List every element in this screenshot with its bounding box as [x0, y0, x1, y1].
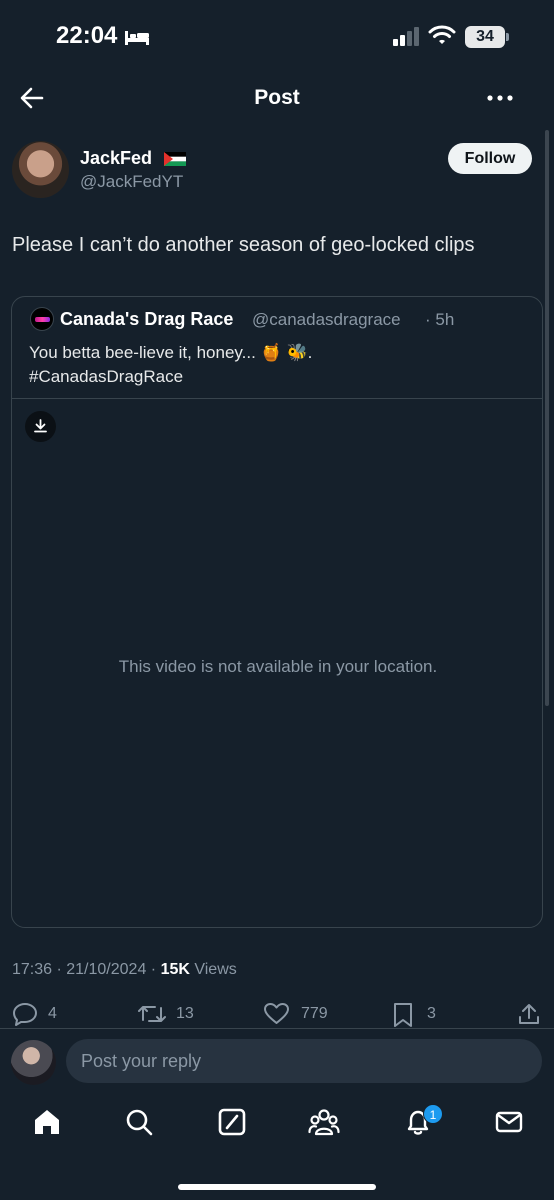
- post-timestamp: 17:36 · 21/10/2024 ·: [12, 961, 161, 978]
- sleep-focus-icon: [125, 31, 149, 45]
- share-icon[interactable]: [517, 1002, 541, 1026]
- communities-icon[interactable]: [308, 1107, 340, 1137]
- like-count: 779: [301, 1005, 328, 1022]
- geo-blocked-message: This video is not available in your loca…: [118, 657, 438, 676]
- reply-count: 4: [48, 1005, 57, 1022]
- scrollbar[interactable]: [545, 130, 549, 706]
- reply-icon[interactable]: [12, 1002, 38, 1026]
- repost-count: 13: [176, 1005, 194, 1022]
- views-count: 15K: [160, 961, 190, 978]
- post-text: Please I can’t do another season of geo-…: [12, 234, 475, 256]
- cellular-signal-icon: [393, 27, 419, 46]
- quoted-post[interactable]: Canada's Drag Race @canadasdragrace · 5h…: [11, 296, 543, 928]
- home-icon[interactable]: [32, 1107, 62, 1137]
- download-icon: [34, 419, 47, 433]
- battery-tip: [506, 33, 509, 41]
- post-meta: 17:36 · 21/10/2024 · 15K Views: [12, 961, 237, 979]
- follow-button[interactable]: Follow: [448, 143, 532, 174]
- user-avatar[interactable]: [11, 1040, 56, 1085]
- flag-icon: [164, 152, 186, 166]
- repost-icon[interactable]: [137, 1002, 167, 1026]
- divider: [0, 1028, 554, 1029]
- views-label: Views: [189, 961, 237, 978]
- quote-avatar[interactable]: [30, 307, 54, 331]
- download-button[interactable]: [25, 411, 56, 442]
- author-name[interactable]: JackFed: [80, 148, 152, 169]
- divider: [12, 398, 542, 399]
- bookmark-icon[interactable]: [393, 1002, 413, 1028]
- home-indicator[interactable]: [178, 1184, 376, 1190]
- search-icon[interactable]: [124, 1107, 154, 1137]
- more-icon[interactable]: [486, 94, 514, 102]
- quote-hashtag[interactable]: #CanadasDragRace: [29, 365, 312, 389]
- quote-text-line-1: You betta bee-lieve it, honey... 🍯 🐝.: [29, 343, 313, 362]
- quote-time: · 5h: [425, 310, 455, 329]
- grok-icon[interactable]: [217, 1107, 247, 1137]
- page-title: Post: [254, 86, 300, 109]
- battery-level: 34: [465, 26, 505, 48]
- author-avatar[interactable]: [12, 141, 69, 198]
- quote-author-name: Canada's Drag Race: [60, 309, 234, 329]
- status-time: 22:04: [56, 22, 118, 49]
- reply-input[interactable]: [66, 1039, 542, 1083]
- bookmark-count: 3: [427, 1005, 436, 1022]
- notifications-badge: 1: [423, 1104, 443, 1124]
- author-handle[interactable]: @JackFedYT: [80, 172, 183, 192]
- wifi-icon: [428, 25, 456, 44]
- messages-icon[interactable]: [495, 1107, 523, 1137]
- quote-author-handle: @canadasdragrace: [252, 310, 401, 329]
- like-icon[interactable]: [263, 1002, 290, 1026]
- quote-text: You betta bee-lieve it, honey... 🍯 🐝. #C…: [29, 341, 312, 389]
